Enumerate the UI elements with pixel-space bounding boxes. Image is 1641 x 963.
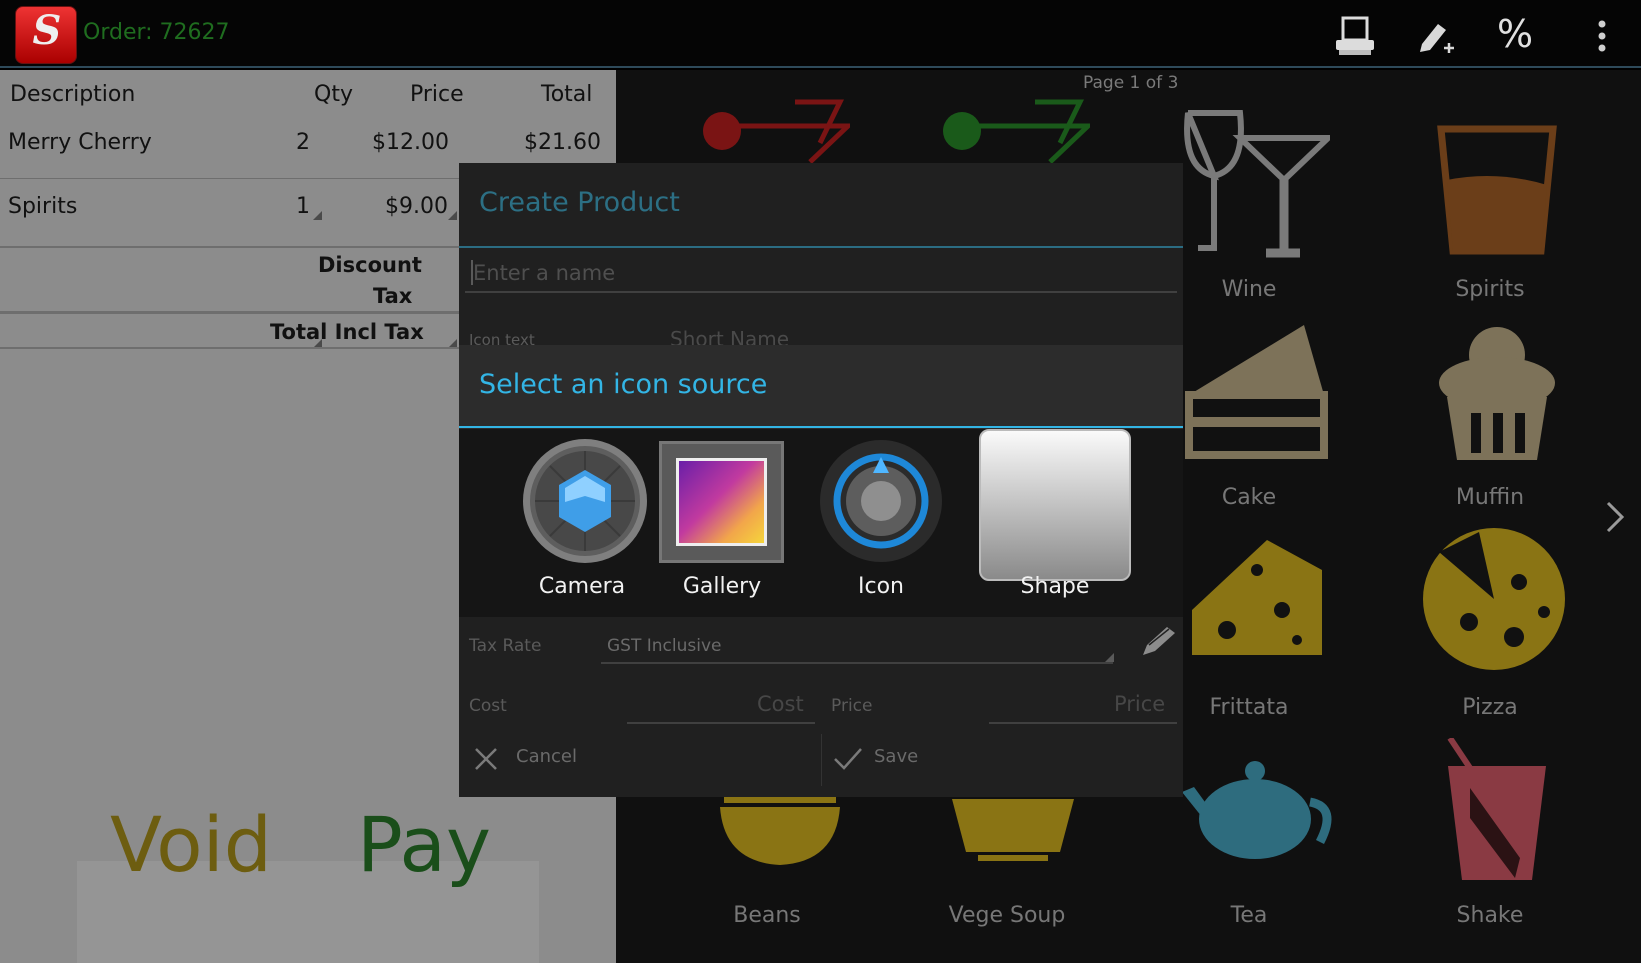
name-input-underline	[465, 291, 1177, 293]
source-label: Icon	[858, 574, 904, 599]
cocktail-icon[interactable]	[700, 98, 850, 164]
pay-button[interactable]: Pay	[357, 800, 491, 889]
camera-icon	[523, 439, 647, 563]
bowl-icon	[720, 797, 840, 865]
product-tile-shake[interactable]	[1440, 736, 1550, 887]
product-tile-muffin[interactable]	[1437, 325, 1557, 469]
product-label: Spirits	[1455, 277, 1525, 302]
create-product-title: Create Product	[479, 187, 680, 218]
product-label: Beans	[733, 903, 801, 928]
app-logo[interactable]: S	[15, 6, 77, 64]
icon-source-title: Select an icon source	[479, 369, 768, 400]
item-total: $21.60	[524, 130, 601, 155]
icon-source-dialog: Select an icon source Camera Gallery Ico…	[459, 345, 1183, 617]
source-label: Shape	[1020, 574, 1090, 599]
app-logo-letter: S	[32, 7, 62, 54]
percent-icon[interactable]: %	[1497, 12, 1541, 56]
overflow-menu-icon[interactable]	[1580, 14, 1624, 58]
edit-add-icon[interactable]	[1414, 14, 1458, 58]
source-label: Gallery	[682, 574, 762, 599]
product-tile-beans[interactable]	[718, 797, 842, 871]
shape-icon	[979, 429, 1131, 581]
tax-rate-underline	[601, 662, 1113, 664]
qty-spinner-mark	[313, 211, 322, 220]
edit-pencil-icon[interactable]	[1139, 623, 1179, 659]
header-price: Price	[410, 82, 464, 107]
item-qty[interactable]: 1	[296, 194, 310, 219]
cost-label: Cost	[469, 696, 507, 716]
source-option-gallery[interactable]: Gallery	[639, 429, 819, 617]
spirits-glass-icon	[1437, 125, 1557, 255]
product-label: Tea	[1230, 903, 1268, 928]
header-qty: Qty	[314, 82, 353, 107]
teapot-icon	[1182, 761, 1332, 859]
tax-rate-select[interactable]: GST Inclusive	[607, 636, 721, 656]
price-spinner-mark	[448, 211, 457, 220]
tax-rate-spinner-mark	[1105, 653, 1114, 662]
source-option-icon[interactable]: Icon	[819, 429, 999, 617]
pizza-icon	[1423, 528, 1565, 670]
product-tile-cake[interactable]	[1184, 325, 1329, 469]
product-label: Pizza	[1462, 695, 1518, 720]
save-button[interactable]: Save	[822, 724, 1183, 797]
cocktail-icon[interactable]	[940, 98, 1090, 164]
price-label: Price	[831, 696, 873, 716]
app-root: S Order: 72627 % Description Qty Price T…	[0, 0, 1641, 963]
price-input[interactable]: Price	[1114, 692, 1165, 716]
cost-input[interactable]: Cost	[757, 692, 804, 716]
void-button[interactable]: Void	[110, 800, 272, 889]
title-divider	[459, 426, 1183, 428]
source-option-camera[interactable]: Camera	[459, 429, 647, 617]
total-incl-tax-label: Total Incl Tax	[270, 320, 424, 344]
name-input[interactable]: Enter a name	[473, 261, 615, 285]
gallery-picture	[676, 458, 767, 546]
order-title: Order: 72627	[83, 20, 230, 45]
gallery-icon	[659, 441, 784, 563]
item-qty[interactable]: 2	[296, 130, 310, 155]
item-price[interactable]: $12.00	[372, 130, 449, 155]
soup-cup-icon	[952, 799, 1074, 861]
item-description: Merry Cherry	[8, 130, 152, 155]
product-tile-vege-soup[interactable]	[948, 797, 1078, 866]
product-tile-tea[interactable]	[1180, 757, 1335, 866]
cake-icon	[1185, 325, 1328, 459]
title-divider	[459, 246, 1183, 248]
item-price[interactable]: $9.00	[385, 194, 448, 219]
header-description: Description	[10, 82, 136, 107]
item-description: Spirits	[8, 194, 78, 219]
product-tile-frittata[interactable]	[1187, 540, 1327, 664]
icon-picker-icon	[820, 440, 942, 562]
printer-icon[interactable]	[1333, 14, 1377, 58]
product-label: Shake	[1456, 903, 1524, 928]
product-tile-spirits[interactable]	[1437, 125, 1557, 259]
cheese-icon	[1192, 540, 1322, 655]
close-icon	[475, 748, 497, 770]
save-label: Save	[874, 746, 919, 767]
tax-rate-label: Tax Rate	[469, 636, 542, 656]
cancel-label: Cancel	[516, 746, 577, 767]
page-indicator: Page 1 of 3	[1083, 73, 1179, 93]
product-label: Vege Soup	[948, 903, 1066, 928]
discount-label: Discount	[318, 253, 422, 277]
dialog-button-bar: Cancel Save	[459, 724, 1183, 797]
tax-label: Tax	[373, 284, 413, 308]
action-bar: S Order: 72627 %	[0, 0, 1641, 68]
icon-source-options: Camera Gallery Icon Shape	[459, 429, 1183, 617]
muffin-icon	[1439, 327, 1555, 460]
product-tile-wine[interactable]	[1180, 108, 1336, 262]
checkmark-icon	[834, 748, 862, 770]
product-label: Muffin	[1455, 485, 1525, 510]
shake-cup-icon	[1447, 736, 1546, 880]
source-option-shape[interactable]: Shape	[979, 429, 1183, 617]
source-label: Camera	[538, 574, 626, 599]
product-tile-pizza[interactable]	[1419, 527, 1569, 676]
cancel-button[interactable]: Cancel	[459, 724, 821, 797]
next-page-chevron-icon[interactable]	[1600, 497, 1632, 537]
header-total: Total	[541, 82, 593, 107]
wine-glasses-icon	[1184, 110, 1336, 258]
